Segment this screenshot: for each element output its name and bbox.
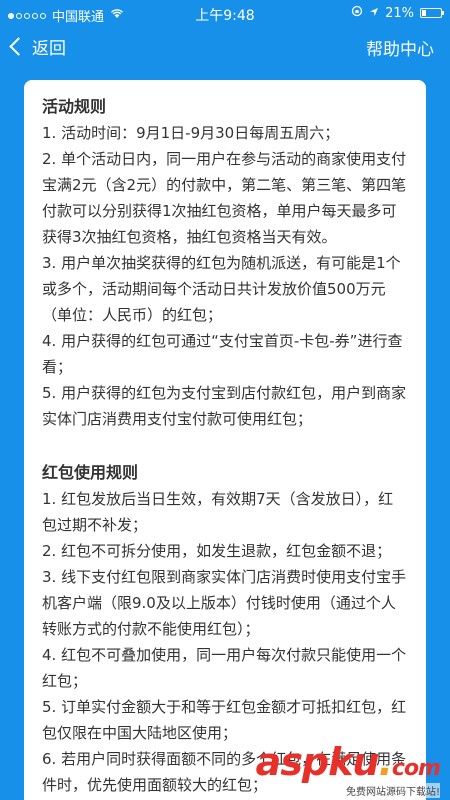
watermark-subtitle: 免费网站源码下载站!	[345, 783, 440, 798]
rule-item: 1. 红包发放后当日生效，有效期7天（含发放日），红包过期不补发；	[42, 490, 394, 534]
status-bar: 中国联通 上午9:48 21%	[0, 0, 450, 26]
location-icon	[369, 6, 379, 21]
rule-item: 5. 用户获得的红包为支付宝到店付款红包，用户到商家实体门店消费用支付宝付款可使…	[42, 384, 407, 428]
battery-percent: 21%	[385, 5, 414, 21]
site-watermark-logo: aspku.com 免费网站源码下载站!	[256, 740, 441, 798]
chevron-left-icon	[9, 37, 28, 56]
back-label: 返回	[32, 39, 66, 59]
rule-item: 2. 红包不可拆分使用，如发生退款，红包金额不退；	[42, 542, 392, 560]
back-button[interactable]: 返回	[9, 34, 66, 59]
section-title: 活动规则	[42, 97, 107, 116]
rule-item: 4. 用户获得的红包可通过“支付宝首页-卡包-券”进行查看；	[42, 332, 403, 376]
rule-item: 1. 活动时间：9月1日-9月30日每周五周六；	[42, 124, 340, 142]
rules-card: 活动规则 1. 活动时间：9月1日-9月30日每周五周六； 2. 单个活动日内，…	[24, 80, 426, 800]
activity-rules-section: 活动规则 1. 活动时间：9月1日-9月30日每周五周六； 2. 单个活动日内，…	[42, 94, 408, 432]
orientation-lock-icon	[351, 5, 363, 21]
rule-item: 2. 单个活动日内，同一用户在参与活动的商家使用支付宝满2元（含2元）的付款中，…	[42, 150, 407, 246]
navigation-bar: 返回 帮助中心	[0, 26, 450, 66]
battery-icon	[420, 8, 444, 18]
watermark-text: aspku.com	[255, 740, 441, 784]
status-right: 21%	[351, 5, 444, 21]
rule-item: 5. 订单实付金额大于和等于红包金额才可抵扣红包，红包仅限在中国大陆地区使用；	[42, 698, 407, 742]
section-title: 红包使用规则	[42, 463, 139, 482]
rule-item: 4. 红包不可叠加使用，同一用户每次付款只能使用一个红包；	[42, 646, 407, 690]
rule-item: 3. 用户单次抽奖获得的红包为随机派送，有可能是1个或多个，活动期间每个活动日共…	[42, 254, 401, 324]
battery-level	[422, 10, 426, 16]
rule-item: 3. 线下支付红包限到商家实体门店消费时使用支付宝手机客户端（限9.0及以上版本…	[42, 568, 407, 638]
help-center-link[interactable]: 帮助中心	[366, 35, 434, 60]
